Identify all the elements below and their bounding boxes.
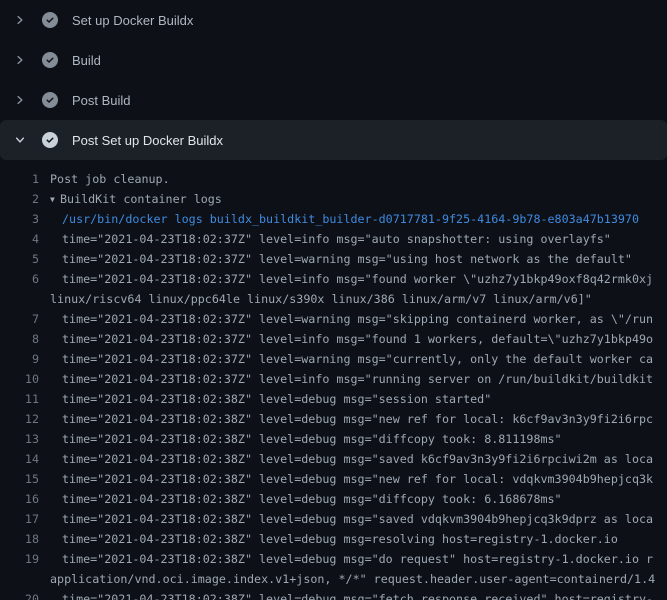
log-row: 15 time="2021-04-23T18:02:38Z" level=deb… [0, 469, 667, 489]
log-row: 7 time="2021-04-23T18:02:37Z" level=warn… [0, 309, 667, 329]
log-row: 19 time="2021-04-23T18:02:38Z" level=deb… [0, 549, 667, 569]
log-line-text: /usr/bin/docker logs buildx_buildkit_bui… [62, 209, 639, 229]
log-line-text: time="2021-04-23T18:02:38Z" level=debug … [62, 529, 618, 549]
log-line-text: time="2021-04-23T18:02:38Z" level=debug … [62, 409, 653, 429]
log-line-number[interactable]: 16 [0, 489, 44, 509]
log-row: 10 time="2021-04-23T18:02:37Z" level=inf… [0, 369, 667, 389]
log-line-text: time="2021-04-23T18:02:37Z" level=warnin… [62, 309, 653, 329]
chevron-right-icon[interactable] [12, 12, 28, 28]
log-line-text: time="2021-04-23T18:02:38Z" level=debug … [62, 429, 562, 449]
log-row: 11 time="2021-04-23T18:02:38Z" level=deb… [0, 389, 667, 409]
log-line-number[interactable]: 19 [0, 549, 44, 569]
log-line-number[interactable]: 6 [0, 269, 44, 289]
log-row: 8 time="2021-04-23T18:02:37Z" level=info… [0, 329, 667, 349]
log-line-text: time="2021-04-23T18:02:38Z" level=debug … [62, 509, 653, 529]
log-line-number[interactable]: 9 [0, 349, 44, 369]
log-line-number[interactable]: 7 [0, 309, 44, 329]
chevron-right-icon[interactable] [12, 92, 28, 108]
step-row-build[interactable]: Build [0, 40, 667, 80]
log-line-number[interactable]: 2 [0, 189, 44, 209]
log-line-text: time="2021-04-23T18:02:37Z" level=info m… [62, 369, 653, 389]
step-row-post-build[interactable]: Post Build [0, 80, 667, 120]
log-line-number[interactable]: 15 [0, 469, 44, 489]
log-line-number[interactable]: 4 [0, 229, 44, 249]
step-row-post-setup-docker-buildx[interactable]: Post Set up Docker Buildx [0, 120, 667, 160]
log-line-number[interactable]: 18 [0, 529, 44, 549]
log-line-text: application/vnd.oci.image.index.v1+json,… [50, 569, 655, 589]
log-line-number[interactable]: 20 [0, 589, 44, 600]
log-row: 20 time="2021-04-23T18:02:38Z" level=deb… [0, 589, 667, 600]
log-row: 3 /usr/bin/docker logs buildx_buildkit_b… [0, 209, 667, 229]
step-label: Build [72, 53, 101, 68]
log-row: 2 ▼BuildKit container logs [0, 189, 667, 209]
log-row: 1 Post job cleanup. [0, 169, 667, 189]
check-circle-icon [42, 52, 58, 68]
log-line-number[interactable]: 3 [0, 209, 44, 229]
steps-list: Set up Docker Buildx Build Post Build Po… [0, 0, 667, 160]
log-line-text: time="2021-04-23T18:02:38Z" level=debug … [62, 589, 653, 600]
log-line-text: time="2021-04-23T18:02:38Z" level=debug … [62, 549, 653, 569]
log-line-text: time="2021-04-23T18:02:38Z" level=debug … [62, 449, 653, 469]
log-line-text: time="2021-04-23T18:02:37Z" level=info m… [62, 329, 653, 349]
log-line-number[interactable]: 13 [0, 429, 44, 449]
log-line-text: time="2021-04-23T18:02:37Z" level=warnin… [62, 349, 653, 369]
log-viewer: 1 Post job cleanup. 2 ▼BuildKit containe… [0, 160, 667, 600]
log-line-text: Post job cleanup. [50, 169, 170, 189]
chevron-down-icon[interactable] [12, 132, 28, 148]
caret-down-icon[interactable]: ▼ [50, 190, 60, 209]
log-line-number[interactable]: 17 [0, 509, 44, 529]
log-line-number[interactable]: 11 [0, 389, 44, 409]
log-line-number[interactable]: 5 [0, 249, 44, 269]
check-circle-icon [42, 12, 58, 28]
log-row: 4 time="2021-04-23T18:02:37Z" level=info… [0, 229, 667, 249]
log-line-text: time="2021-04-23T18:02:37Z" level=info m… [62, 269, 653, 289]
log-row: 9 time="2021-04-23T18:02:37Z" level=warn… [0, 349, 667, 369]
step-label: Set up Docker Buildx [72, 13, 193, 28]
log-row: 6 time="2021-04-23T18:02:37Z" level=info… [0, 269, 667, 289]
log-line-number [0, 569, 44, 589]
log-line-number[interactable]: 12 [0, 409, 44, 429]
log-row: 18 time="2021-04-23T18:02:38Z" level=deb… [0, 529, 667, 549]
log-line-text: time="2021-04-23T18:02:38Z" level=debug … [62, 469, 653, 489]
log-line-number[interactable]: 14 [0, 449, 44, 469]
log-row: application/vnd.oci.image.index.v1+json,… [0, 569, 667, 589]
log-group-toggle[interactable]: ▼BuildKit container logs [50, 189, 222, 209]
chevron-right-icon[interactable] [12, 52, 28, 68]
log-line-text: linux/riscv64 linux/ppc64le linux/s390x … [50, 289, 592, 309]
log-row: 12 time="2021-04-23T18:02:38Z" level=deb… [0, 409, 667, 429]
check-circle-icon [42, 132, 58, 148]
log-row: 14 time="2021-04-23T18:02:38Z" level=deb… [0, 449, 667, 469]
step-label: Post Set up Docker Buildx [72, 133, 223, 148]
log-row: linux/riscv64 linux/ppc64le linux/s390x … [0, 289, 667, 309]
log-line-text: time="2021-04-23T18:02:38Z" level=debug … [62, 389, 491, 409]
log-line-text: time="2021-04-23T18:02:37Z" level=info m… [62, 229, 611, 249]
log-line-number[interactable]: 10 [0, 369, 44, 389]
log-line-text: time="2021-04-23T18:02:37Z" level=warnin… [62, 249, 632, 269]
log-row: 5 time="2021-04-23T18:02:37Z" level=warn… [0, 249, 667, 269]
step-row-setup-docker-buildx[interactable]: Set up Docker Buildx [0, 0, 667, 40]
log-line-number[interactable]: 1 [0, 169, 44, 189]
log-line-number[interactable]: 8 [0, 329, 44, 349]
log-line-number [0, 289, 44, 309]
log-row: 13 time="2021-04-23T18:02:38Z" level=deb… [0, 429, 667, 449]
log-row: 17 time="2021-04-23T18:02:38Z" level=deb… [0, 509, 667, 529]
log-line-text: time="2021-04-23T18:02:38Z" level=debug … [62, 489, 562, 509]
log-row: 16 time="2021-04-23T18:02:38Z" level=deb… [0, 489, 667, 509]
check-circle-icon [42, 92, 58, 108]
step-label: Post Build [72, 93, 131, 108]
